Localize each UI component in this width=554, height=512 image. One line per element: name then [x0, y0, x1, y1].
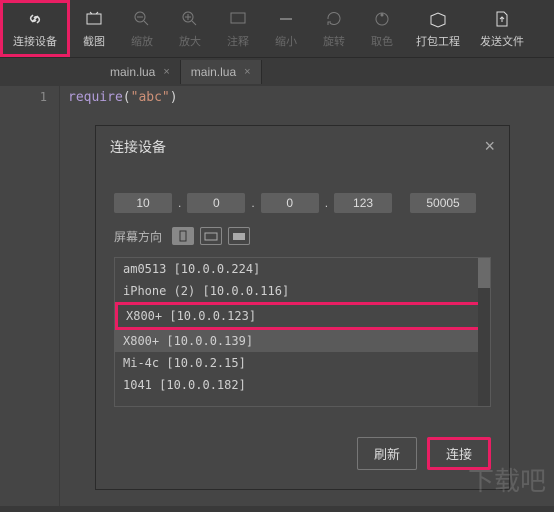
comment-icon	[228, 9, 248, 29]
color-picker-icon	[372, 9, 392, 29]
tool-link[interactable]: 连接设备	[0, 0, 70, 57]
dot: .	[251, 196, 254, 210]
device-item[interactable]: Mi-4c [10.0.2.15]	[115, 352, 490, 374]
portrait-icon[interactable]	[172, 227, 194, 245]
device-item[interactable]: iPhone (2) [10.0.0.116]	[115, 280, 490, 302]
tool-label: 打包工程	[416, 33, 460, 49]
tool-label: 放大	[179, 33, 201, 49]
port-field[interactable]	[410, 193, 476, 213]
tool-color-picker[interactable]: 取色	[358, 0, 406, 57]
tool-package[interactable]: 打包工程	[406, 0, 470, 57]
screenshot-icon	[84, 9, 104, 29]
connect-button[interactable]: 连接	[427, 437, 491, 470]
keyword: require	[68, 90, 123, 105]
package-icon	[428, 9, 448, 29]
landscape-left-icon[interactable]	[200, 227, 222, 245]
string-literal: "abc"	[131, 90, 170, 105]
line-number: 1	[0, 90, 47, 104]
dialog-titlebar: 连接设备 ×	[96, 126, 509, 167]
close-icon[interactable]: ×	[244, 66, 250, 78]
line-gutter: 1	[0, 86, 60, 506]
dot: .	[325, 196, 328, 210]
orientation-icons	[172, 227, 250, 245]
tool-comment[interactable]: 注释	[214, 0, 262, 57]
landscape-right-icon[interactable]	[228, 227, 250, 245]
dialog-title: 连接设备	[110, 137, 166, 157]
ip-octet-3[interactable]	[261, 193, 319, 213]
tab-label: main.lua	[191, 65, 236, 79]
tool-label: 注释	[227, 33, 249, 49]
tool-screenshot[interactable]: 截图	[70, 0, 118, 57]
close-icon[interactable]: ×	[163, 66, 169, 78]
dialog-buttons: 刷新 连接	[114, 437, 491, 470]
minimize-icon	[276, 9, 296, 29]
zoom-in-icon	[180, 9, 200, 29]
orientation-label: 屏幕方向	[114, 228, 162, 245]
ip-octet-2[interactable]	[187, 193, 245, 213]
tool-label: 取色	[371, 33, 393, 49]
device-item[interactable]: 1041 [10.0.0.182]	[115, 374, 490, 396]
device-list[interactable]: am0513 [10.0.0.224]iPhone (2) [10.0.0.11…	[114, 257, 491, 407]
orientation-row: 屏幕方向	[114, 227, 491, 245]
tool-zoom-in[interactable]: 放大	[166, 0, 214, 57]
tool-label: 旋转	[323, 33, 345, 49]
paren: )	[170, 90, 178, 105]
ip-row: . . .	[114, 193, 491, 213]
rotate-icon	[324, 9, 344, 29]
zoom-out-icon	[132, 9, 152, 29]
tool-label: 发送文件	[480, 33, 524, 49]
tool-label: 缩放	[131, 33, 153, 49]
send-file-icon	[492, 9, 512, 29]
dialog-body: . . . 屏幕方向 am0513 [10.0.0.224]iPhone (2)…	[96, 167, 509, 478]
scrollbar[interactable]	[478, 258, 490, 406]
device-item[interactable]: am0513 [10.0.0.224]	[115, 258, 490, 280]
device-item[interactable]: X800+ [10.0.0.139]	[115, 330, 490, 352]
link-icon	[25, 9, 45, 29]
tool-label: 截图	[83, 33, 105, 49]
connect-device-dialog: 连接设备 × . . . 屏幕方向 am0513 [10.0.0.224]iPh…	[95, 125, 510, 490]
close-icon[interactable]: ×	[484, 136, 495, 157]
tab-bar: main.lua × main.lua ×	[0, 58, 554, 86]
tab[interactable]: main.lua ×	[100, 60, 181, 84]
ip-octet-1[interactable]	[114, 193, 172, 213]
toolbar: 连接设备 截图 缩放 放大 注释 缩小 旋转 取色 打包工程 发送文件	[0, 0, 554, 58]
refresh-button[interactable]: 刷新	[357, 437, 417, 470]
tool-label: 缩小	[275, 33, 297, 49]
ip-octet-4[interactable]	[334, 193, 392, 213]
device-item[interactable]: X800+ [10.0.0.123]	[115, 302, 490, 330]
tool-send-file[interactable]: 发送文件	[470, 0, 534, 57]
tool-rotate[interactable]: 旋转	[310, 0, 358, 57]
tool-zoom-out[interactable]: 缩放	[118, 0, 166, 57]
tool-label: 连接设备	[13, 33, 57, 49]
dot: .	[178, 196, 181, 210]
tab[interactable]: main.lua ×	[181, 60, 262, 84]
scrollbar-thumb[interactable]	[478, 258, 490, 288]
tool-minimize[interactable]: 缩小	[262, 0, 310, 57]
paren: (	[123, 90, 131, 105]
tab-label: main.lua	[110, 65, 155, 79]
